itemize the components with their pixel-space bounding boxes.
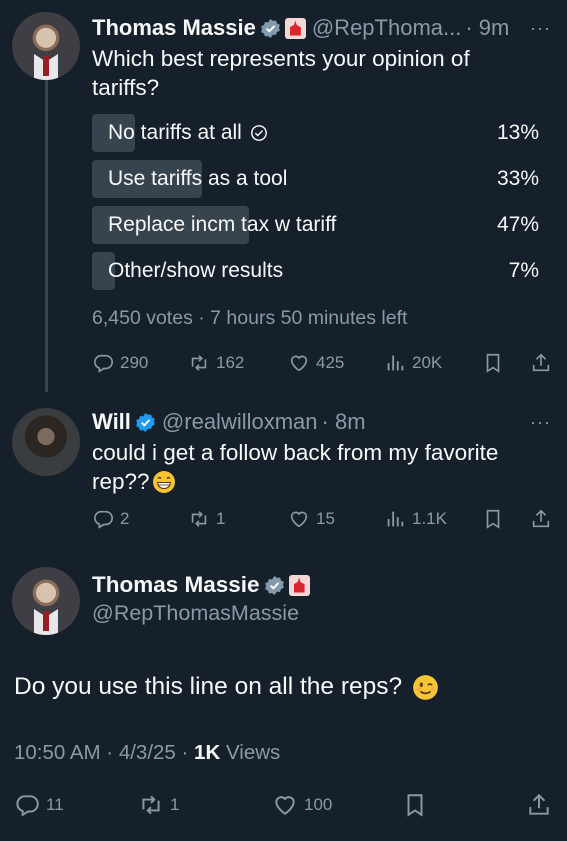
tweet-text-line2-wrap: rep?? bbox=[92, 467, 176, 496]
retweet-button[interactable]: 1 bbox=[138, 791, 179, 819]
tweet-header: Will @realwilloxman · 8m bbox=[92, 408, 366, 436]
poll-option-percent: 7% bbox=[508, 259, 539, 282]
share-button[interactable] bbox=[530, 349, 558, 377]
reply-count: 2 bbox=[120, 509, 130, 528]
poll-option-percent: 33% bbox=[496, 167, 539, 190]
tweet-meta: 10:50 AM · 4/3/25 · 1K Views bbox=[14, 741, 280, 765]
thread-line bbox=[45, 80, 48, 392]
retweet-count: 162 bbox=[216, 353, 245, 372]
reply-button[interactable]: 11 bbox=[14, 791, 64, 819]
author-name-row: Thomas Massie bbox=[92, 572, 310, 598]
verified-icon bbox=[260, 18, 280, 38]
views-count: 1.1K bbox=[412, 509, 447, 528]
government-badge-icon bbox=[284, 17, 306, 39]
like-count: 425 bbox=[316, 353, 345, 372]
poll-option-label: Other/show results bbox=[108, 259, 284, 282]
views-button[interactable]: 1.1K bbox=[384, 505, 447, 533]
poll-option-percent: 47% bbox=[496, 213, 539, 236]
action-bar: 2 1 15 1.1K bbox=[92, 505, 552, 533]
poll-meta: 6,450 votes · 7 hours 50 minutes left bbox=[92, 307, 408, 329]
tweet-time[interactable]: · 9m bbox=[465, 15, 509, 41]
more-options-icon[interactable]: ··· bbox=[530, 18, 551, 39]
poll-option[interactable]: No tariffs at all 13% bbox=[92, 114, 547, 152]
verified-icon bbox=[264, 575, 284, 595]
reply-icon bbox=[94, 510, 113, 529]
reply-button[interactable]: 290 bbox=[92, 349, 148, 377]
verified-icon bbox=[136, 412, 155, 432]
tweet-time[interactable]: · 8m bbox=[322, 409, 366, 435]
retweet-count: 1 bbox=[170, 795, 180, 814]
action-bar: 11 1 100 bbox=[14, 791, 554, 819]
poll: No tariffs at all 13% Use tariffs as a t… bbox=[92, 114, 547, 298]
avatar[interactable] bbox=[12, 408, 80, 476]
retweet-icon bbox=[191, 511, 207, 527]
tweet-timestamp[interactable]: 10:50 AM · 4/3/25 · bbox=[14, 741, 194, 764]
tweet-text-line2: tariffs? bbox=[92, 75, 160, 100]
retweet-icon bbox=[142, 795, 160, 815]
like-count: 100 bbox=[304, 795, 333, 814]
grinning-emoji-icon bbox=[152, 470, 175, 493]
like-count: 15 bbox=[316, 509, 335, 528]
more-options-icon[interactable]: ··· bbox=[530, 412, 551, 433]
reply-count: 11 bbox=[46, 795, 64, 814]
views-count: 1K bbox=[194, 741, 221, 764]
poll-option-label: Use tariffs as a tool bbox=[108, 167, 288, 190]
views-button[interactable]: 20K bbox=[384, 349, 442, 377]
poll-option[interactable]: Use tariffs as a tool 33% bbox=[92, 160, 547, 198]
author-name[interactable]: Will bbox=[92, 409, 131, 435]
heart-icon bbox=[290, 511, 308, 528]
avatar[interactable] bbox=[12, 12, 80, 80]
reply-button[interactable]: 2 bbox=[92, 505, 129, 533]
retweet-button[interactable]: 162 bbox=[188, 349, 244, 377]
poll-option-percent: 13% bbox=[496, 121, 539, 144]
author-name[interactable]: Thomas Massie bbox=[92, 15, 256, 41]
author-handle[interactable]: @RepThomasMassie bbox=[92, 601, 299, 626]
share-icon bbox=[532, 353, 550, 372]
like-button[interactable]: 15 bbox=[288, 505, 335, 533]
avatar[interactable] bbox=[12, 567, 80, 635]
like-button[interactable]: 100 bbox=[272, 791, 332, 819]
share-icon bbox=[529, 793, 549, 815]
views-label: Views bbox=[220, 741, 281, 764]
heart-icon bbox=[290, 355, 308, 372]
bookmark-icon bbox=[486, 353, 500, 373]
share-button[interactable] bbox=[526, 791, 558, 819]
views-chart-icon bbox=[387, 511, 404, 527]
reply-count: 290 bbox=[120, 353, 149, 372]
poll-option[interactable]: Other/show results 7% bbox=[92, 252, 547, 290]
views-chart-icon bbox=[387, 355, 404, 371]
winking-emoji-icon bbox=[413, 674, 439, 700]
reply-icon bbox=[16, 795, 39, 817]
bookmark-icon bbox=[486, 509, 500, 529]
like-button[interactable]: 425 bbox=[288, 349, 344, 377]
tweet-text-line1: could i get a follow back from my favori… bbox=[92, 440, 499, 465]
action-bar: 290 162 425 20K bbox=[92, 349, 552, 377]
government-badge-icon bbox=[288, 574, 310, 596]
tweet-text-line2: rep?? bbox=[92, 469, 150, 494]
reply-icon bbox=[94, 354, 113, 373]
bookmark-button[interactable] bbox=[482, 349, 510, 377]
bookmark-button[interactable] bbox=[402, 791, 434, 819]
heart-icon bbox=[275, 796, 295, 815]
share-icon bbox=[532, 509, 550, 528]
poll-option-label: No tariffs at all bbox=[108, 121, 242, 144]
tweet-header: Thomas Massie @RepThoma... · 9m bbox=[92, 14, 509, 42]
tweet-massie-poll[interactable]: Thomas Massie @RepThoma... · 9m ··· Whic… bbox=[0, 0, 567, 392]
author-handle[interactable]: @realwilloxman bbox=[162, 409, 318, 435]
retweet-count: 1 bbox=[216, 509, 226, 528]
author-name[interactable]: Thomas Massie bbox=[92, 572, 260, 598]
bookmark-button[interactable] bbox=[482, 505, 510, 533]
tweet-text-line1: Which best represents your opinion of bbox=[92, 46, 470, 71]
views-count: 20K bbox=[412, 353, 443, 372]
author-handle[interactable]: @RepThoma... bbox=[312, 15, 462, 41]
retweet-icon bbox=[191, 355, 207, 371]
check-circle-icon bbox=[250, 125, 267, 141]
share-button[interactable] bbox=[530, 505, 558, 533]
poll-option[interactable]: Replace incm tax w tariff 47% bbox=[92, 206, 547, 244]
tweet-text: Do you use this line on all the reps? bbox=[14, 673, 403, 700]
retweet-button[interactable]: 1 bbox=[188, 505, 225, 533]
bookmark-icon bbox=[407, 794, 423, 817]
poll-option-label: Replace incm tax w tariff bbox=[108, 213, 337, 236]
tweet-text-row: Do you use this line on all the reps? bbox=[14, 673, 439, 701]
